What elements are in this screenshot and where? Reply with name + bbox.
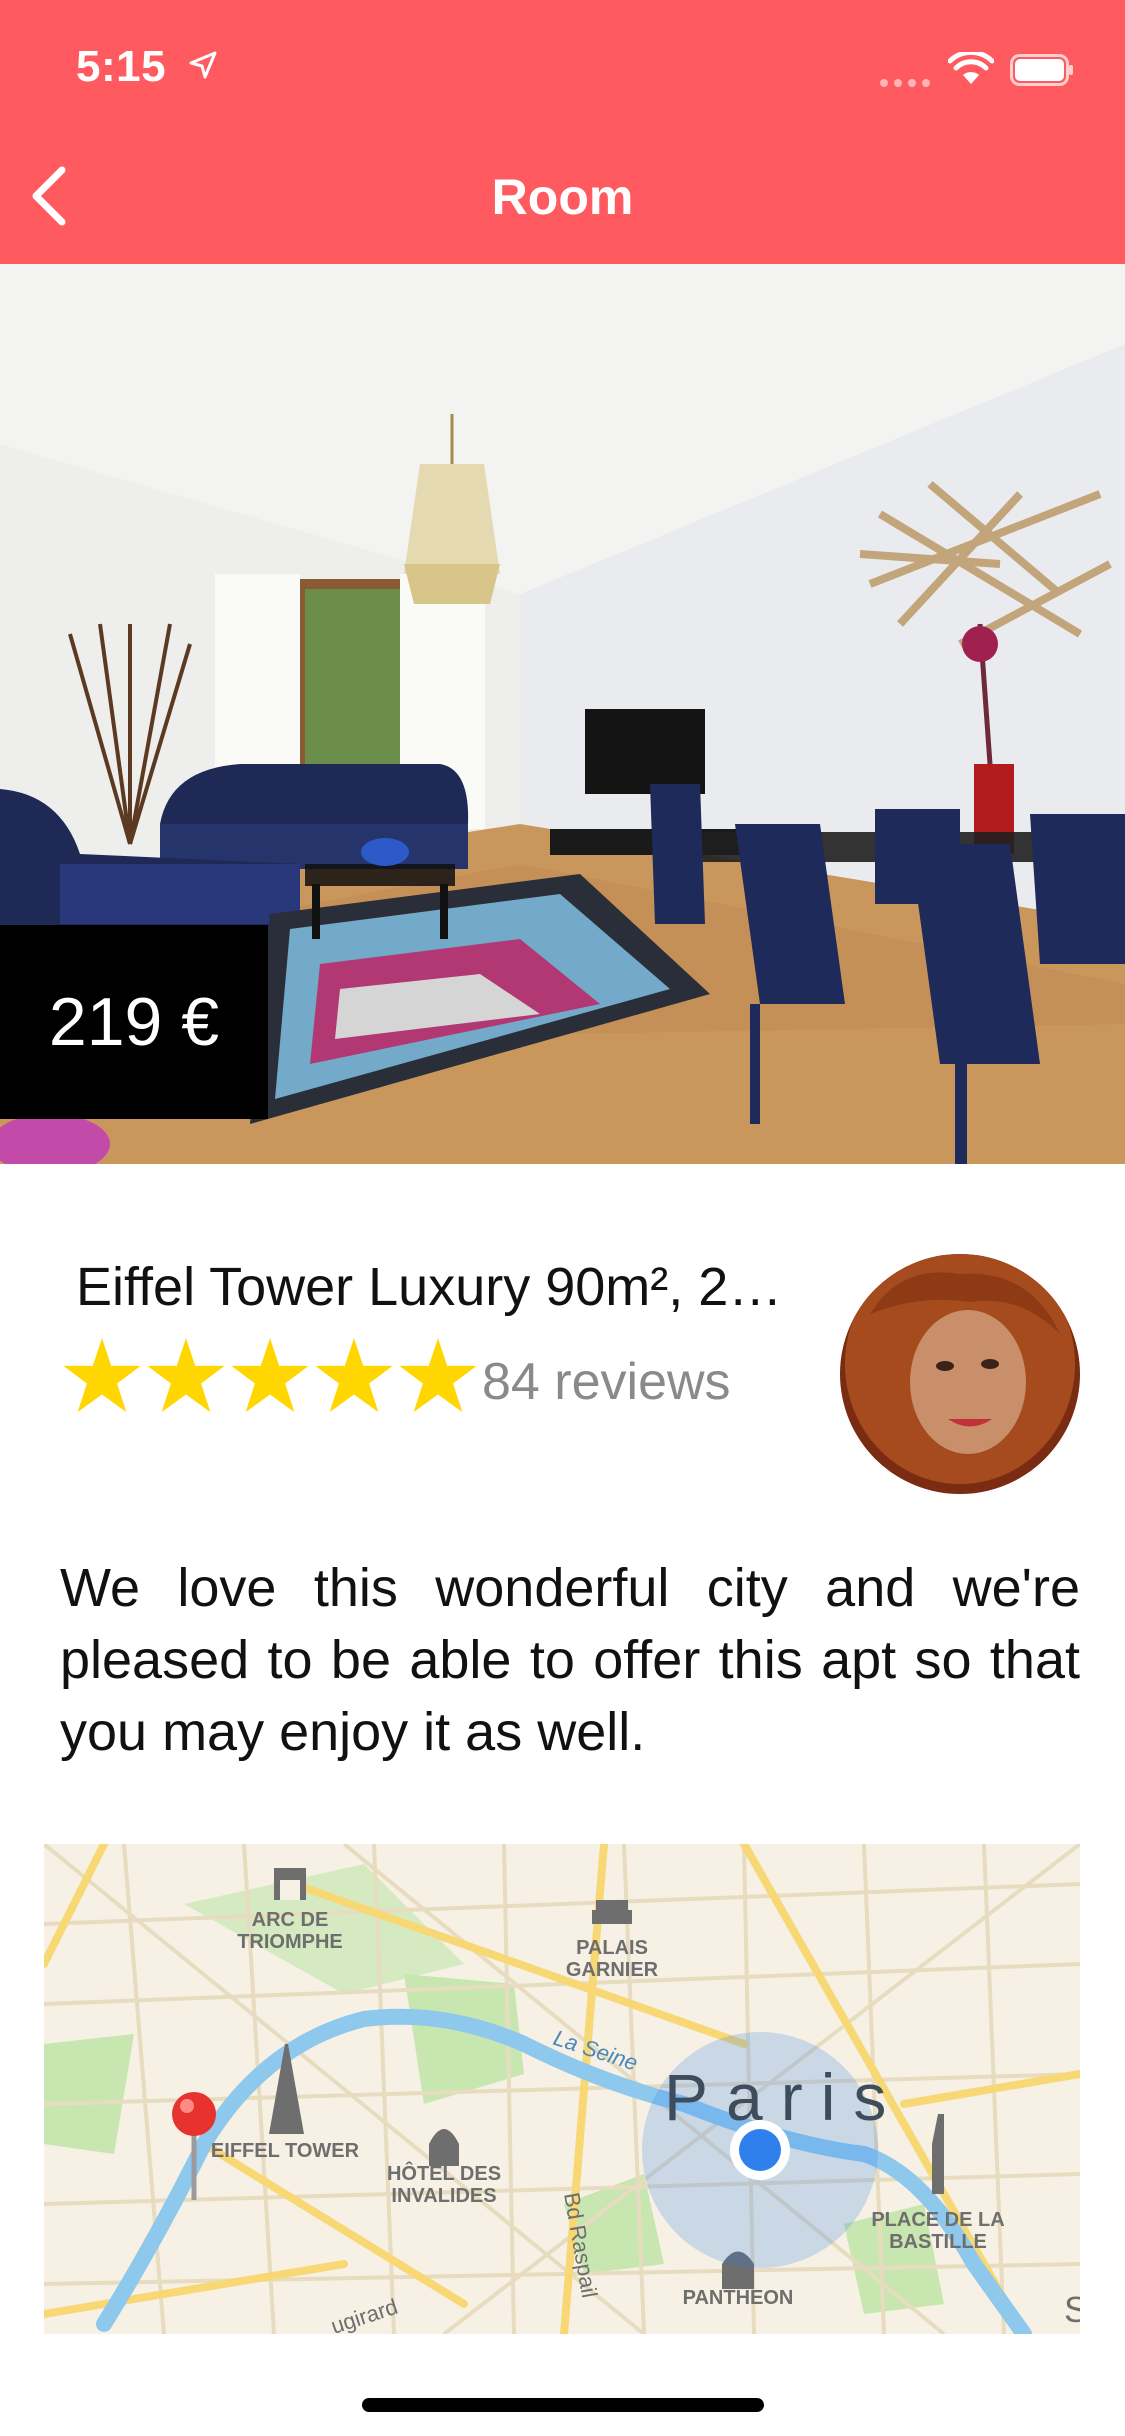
map-label: INVALIDES: [391, 2185, 496, 2207]
host-avatar[interactable]: [840, 1254, 1080, 1494]
review-count[interactable]: 84 reviews: [482, 1352, 731, 1412]
home-indicator[interactable]: [362, 2398, 764, 2412]
palais-garnier-icon: [592, 1900, 632, 1924]
page-title: Room: [491, 169, 634, 225]
map-label: ARC DE: [252, 1909, 329, 1931]
map-label: PALAIS: [576, 1937, 648, 1959]
map-label: BASTILLE: [889, 2231, 987, 2253]
location-map[interactable]: ARC DE TRIOMPHE PALAIS GARNIER EIFFEL TO…: [44, 1844, 1080, 2334]
map-label: EIFFEL TOWER: [211, 2140, 360, 2162]
map-label: S: [1064, 2289, 1080, 2330]
star-icon: [231, 1338, 309, 1413]
listing-description: We love this wonderful city and we're pl…: [60, 1558, 1080, 1762]
signal-icon: [880, 74, 936, 92]
star-icon: [399, 1338, 477, 1413]
star-icon: [315, 1338, 393, 1413]
map-label: PLACE DE LA: [871, 2209, 1004, 2231]
listing-title: Eiffel Tower Luxury 90m², 2…: [76, 1257, 783, 1317]
map-label: PANTHEON: [683, 2287, 794, 2309]
rating-stars: [60, 1334, 480, 1418]
status-time: 5:15: [76, 42, 217, 92]
star-icon: [63, 1338, 141, 1413]
location-arrow-icon: [189, 51, 217, 79]
price-badge: 219 €: [0, 925, 268, 1119]
map-city-label: Paris: [664, 2060, 904, 2134]
map-label: GARNIER: [566, 1959, 659, 1981]
header-bar: 5:15 Room: [0, 0, 1125, 264]
wifi-icon: [948, 52, 994, 84]
map-label: TRIOMPHE: [237, 1931, 343, 1953]
star-icon: [147, 1338, 225, 1413]
battery-icon: [1010, 54, 1073, 86]
